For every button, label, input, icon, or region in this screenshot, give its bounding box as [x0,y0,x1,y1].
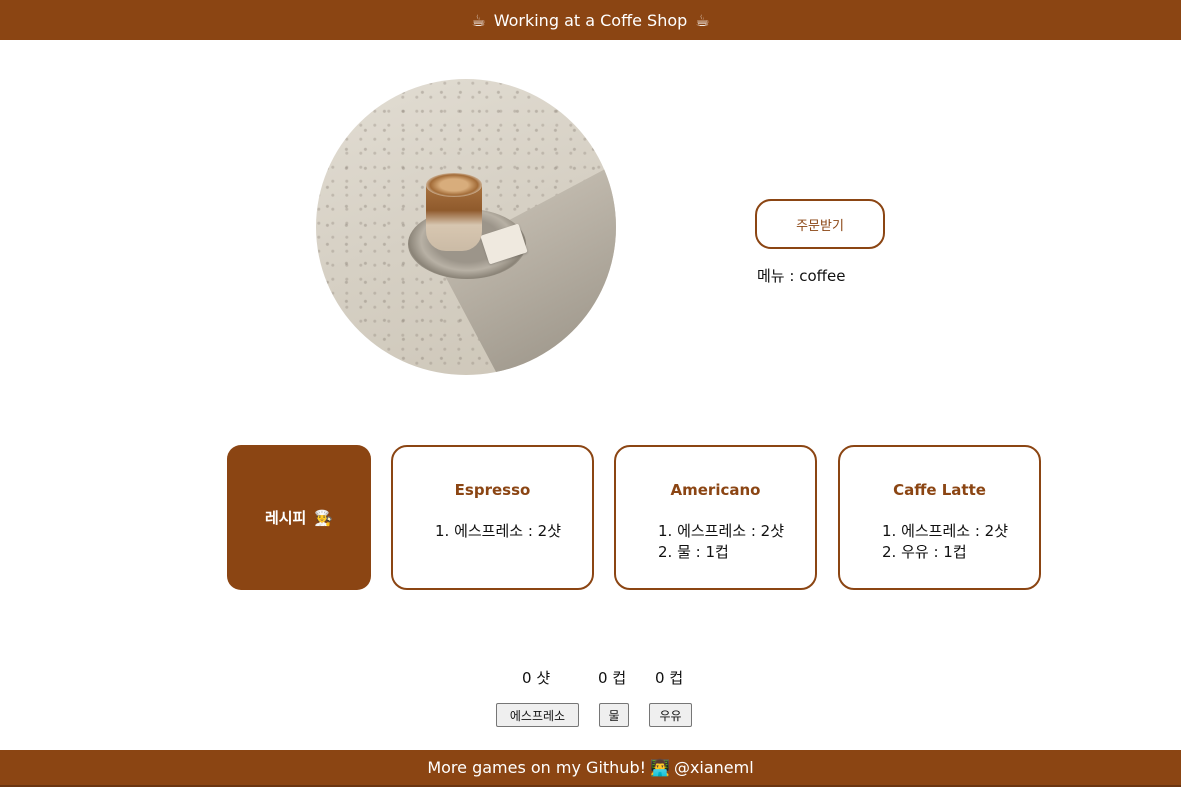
coffee-icon: ☕ [695,10,710,30]
add-espresso-button[interactable]: 에스프레소 [496,703,579,727]
recipe-step: 2. 물 : 1컵 [658,543,729,561]
header-bar: ☕ Working at a Coffe Shop ☕ [0,0,1181,40]
water-count: 0 컵 [598,669,627,687]
recipe-card-caffe-latte: Caffe Latte 1. 에스프레소 : 2샷 2. 우유 : 1컵 [838,445,1041,590]
recipe-card-americano: Americano 1. 에스프레소 : 2샷 2. 물 : 1컵 [614,445,817,590]
recipe-name: Espresso [454,481,531,499]
add-water-button[interactable]: 물 [599,703,629,727]
recipe-name: Americano [670,481,761,499]
github-handle-link[interactable]: @xianeml [674,758,754,777]
recipe-step: 1. 에스프레소 : 2샷 [435,522,562,540]
recipe-title: 레시피 [264,509,307,527]
menu-value: coffee [799,267,846,285]
recipe-title-box: 레시피 🧑‍🍳 [227,445,371,590]
add-milk-button[interactable]: 우유 [649,703,692,727]
recipe-step: 2. 우유 : 1컵 [882,543,967,561]
coffee-icon: ☕ [471,10,486,30]
current-menu: 메뉴 : coffee [757,265,845,286]
recipe-step: 1. 에스프레소 : 2샷 [882,522,1009,540]
coffee-photo [316,79,616,375]
espresso-count: 0 샷 [522,669,551,687]
page-title: Working at a Coffe Shop [493,10,688,30]
milk-count: 0 컵 [655,669,684,687]
recipe-step: 1. 에스프레소 : 2샷 [658,522,785,540]
recipe-card-espresso: Espresso 1. 에스프레소 : 2샷 [391,445,594,590]
recipe-name: Caffe Latte [893,481,986,499]
chef-icon: 🧑‍🍳 [314,508,334,527]
menu-label: 메뉴 : [757,267,800,285]
footer-bar: More games on my Github! 👨‍💻 @xianeml [0,750,1181,787]
footer-text: More games on my Github! [427,758,647,777]
developer-icon: 👨‍💻 [650,758,670,777]
take-order-button[interactable]: 주문받기 [755,199,885,249]
